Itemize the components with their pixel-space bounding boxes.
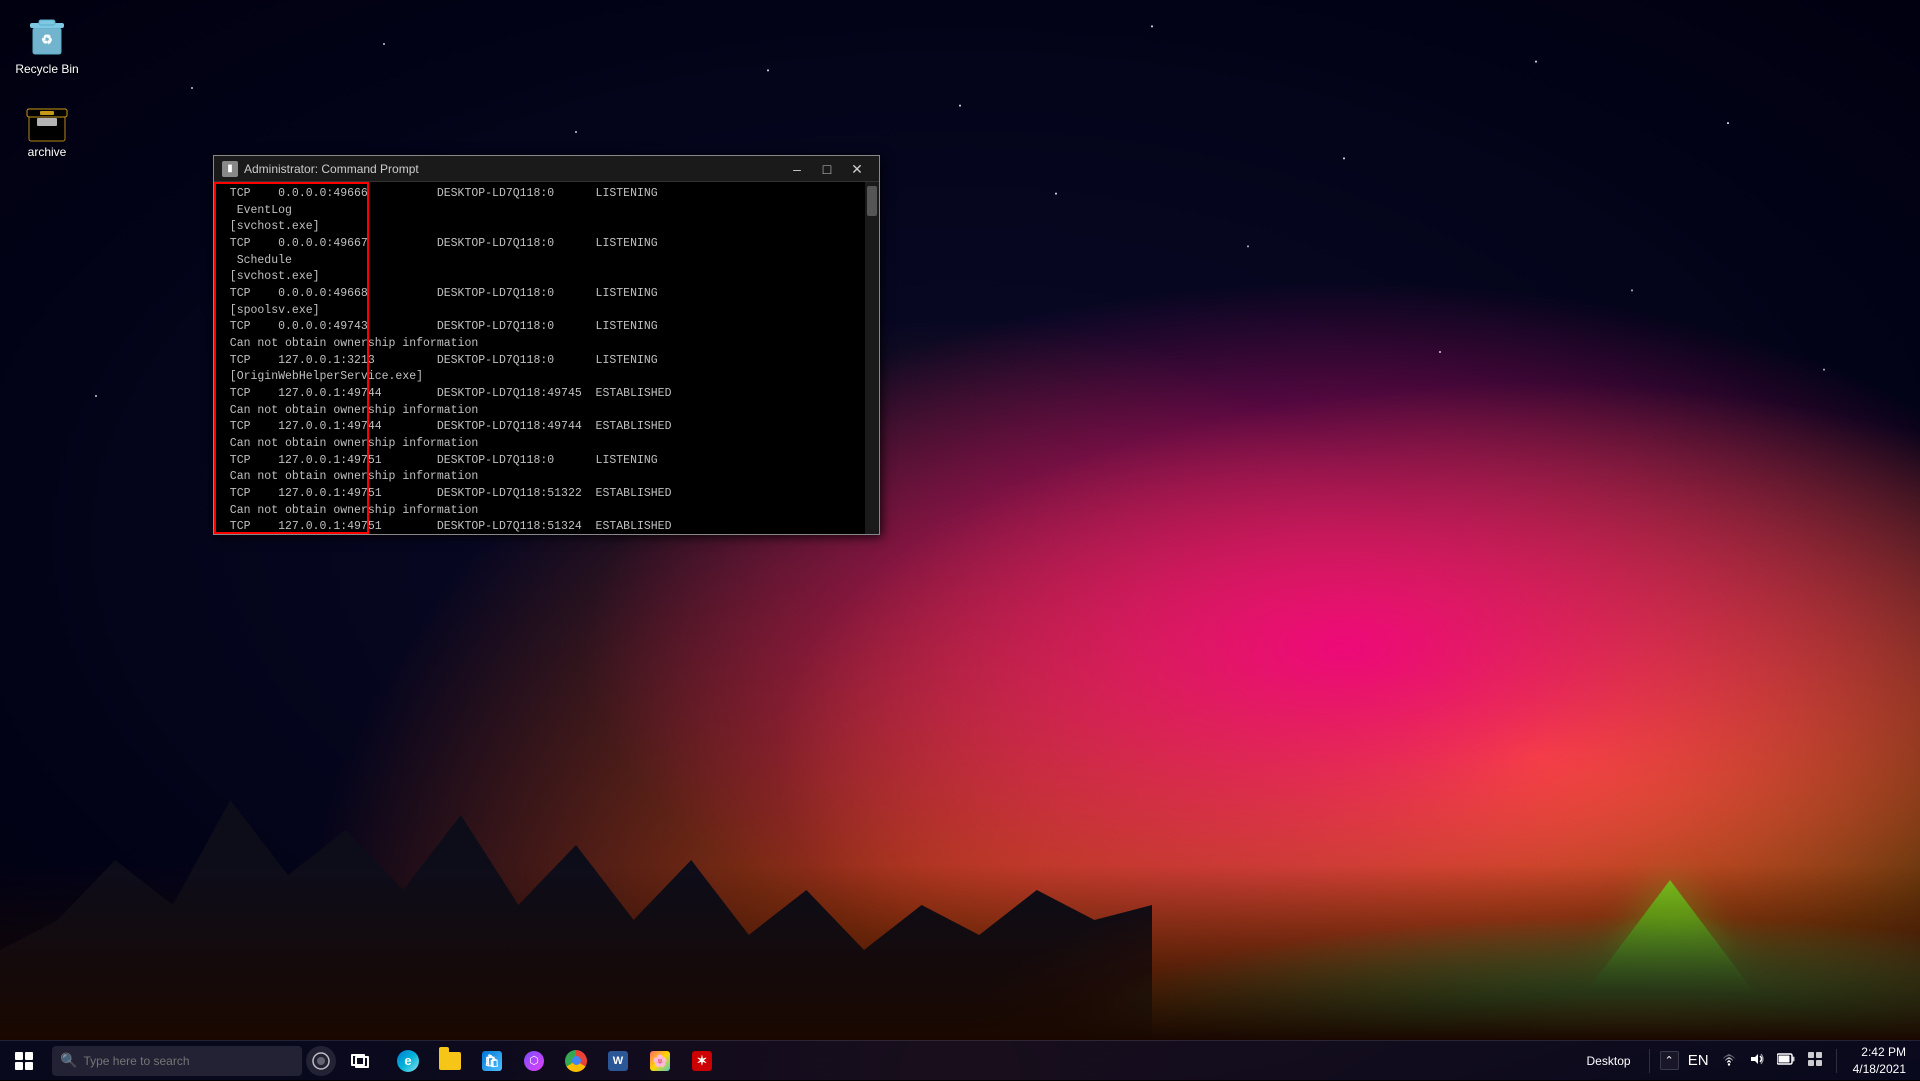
- microsoft-store-icon: 🛍: [482, 1051, 502, 1071]
- cmd-line: Can not obtain ownership information: [216, 436, 863, 453]
- taskbar-edge-button[interactable]: e: [388, 1041, 428, 1081]
- tent-body: [1580, 880, 1760, 1000]
- chrome-center: [572, 1056, 581, 1065]
- cmd-line: TCP 127.0.0.1:49751 DESKTOP-LD7Q118:0 LI…: [216, 453, 863, 470]
- word-icon: W: [608, 1051, 628, 1071]
- taskbar-av-button[interactable]: ✶: [682, 1041, 722, 1081]
- chrome-icon: [565, 1050, 587, 1072]
- battery-icon[interactable]: [1774, 1050, 1798, 1071]
- mountain-silhouette: [0, 740, 1152, 1040]
- cmd-line: TCP 127.0.0.1:49751 DESKTOP-LD7Q118:5132…: [216, 519, 863, 534]
- cmd-line: TCP 0.0.0.0:49666 DESKTOP-LD7Q118:0 LIST…: [216, 186, 863, 203]
- cmd-window-icon: ▮: [222, 161, 238, 177]
- cmd-line: Can not obtain ownership information: [216, 336, 863, 353]
- recycle-bin-label: Recycle Bin: [15, 62, 78, 76]
- cmd-line: [OriginWebHelperService.exe]: [216, 369, 863, 386]
- cmd-line: [spoolsv.exe]: [216, 303, 863, 320]
- tray-separator-2: [1836, 1049, 1837, 1073]
- cmd-window-controls[interactable]: – □ ✕: [783, 160, 871, 178]
- cortana-icon: [312, 1052, 330, 1070]
- taskbar-photos-button[interactable]: 🌸: [640, 1041, 680, 1081]
- desktop-mountains: [0, 740, 1920, 1040]
- search-icon: 🔍: [60, 1052, 77, 1069]
- clock-date: 4/18/2021: [1853, 1061, 1906, 1078]
- cmd-line: TCP 127.0.0.1:3213 DESKTOP-LD7Q118:0 LIS…: [216, 353, 863, 370]
- task-view-button[interactable]: [340, 1041, 380, 1081]
- cmd-maximize-button[interactable]: □: [813, 160, 841, 178]
- svg-text:♻: ♻: [41, 32, 53, 47]
- recycle-bin-icon: ♻: [23, 10, 71, 58]
- taskbar-store-button[interactable]: 🛍: [472, 1041, 512, 1081]
- search-bar[interactable]: 🔍: [52, 1046, 302, 1076]
- photos-icon: 🌸: [650, 1051, 670, 1071]
- clock[interactable]: 2:42 PM 4/18/2021: [1847, 1044, 1912, 1078]
- file-explorer-icon: [439, 1052, 461, 1070]
- tray-separator: [1649, 1049, 1650, 1073]
- search-input[interactable]: [83, 1054, 294, 1068]
- cmd-title: Administrator: Command Prompt: [244, 162, 783, 176]
- cmd-line: Can not obtain ownership information: [216, 503, 863, 520]
- windows-logo-icon: [15, 1052, 33, 1070]
- cmd-line: TCP 0.0.0.0:49668 DESKTOP-LD7Q118:0 LIST…: [216, 286, 863, 303]
- antivirus-icon: ✶: [692, 1051, 712, 1071]
- taskbar-word-button[interactable]: W: [598, 1041, 638, 1081]
- edge-icon: e: [397, 1050, 419, 1072]
- cmd-line: EventLog: [216, 203, 863, 220]
- archive-icon: [23, 97, 71, 145]
- scrollbar-thumb[interactable]: [867, 186, 877, 216]
- cmd-scrollbar[interactable]: [865, 182, 879, 534]
- archive-label: archive: [28, 145, 67, 159]
- cmd-line: TCP 127.0.0.1:49744 DESKTOP-LD7Q118:4974…: [216, 386, 863, 403]
- cmd-line: TCP 127.0.0.1:49751 DESKTOP-LD7Q118:5132…: [216, 486, 863, 503]
- taskbar-chrome-button[interactable]: [556, 1041, 596, 1081]
- taskbar-apps: e 🛍 ⬡ W: [388, 1041, 722, 1081]
- notification-icon[interactable]: [1804, 1049, 1826, 1073]
- system-tray: Desktop ⌃ EN: [1579, 1041, 1920, 1081]
- cmd-minimize-button[interactable]: –: [783, 160, 811, 178]
- show-more-button[interactable]: ⌃: [1660, 1051, 1679, 1070]
- cmd-line: Can not obtain ownership information: [216, 403, 863, 420]
- desktop: ♻ Recycle Bin archive ▮ Administrator: C…: [0, 0, 1920, 1080]
- cmd-line: TCP 127.0.0.1:49744 DESKTOP-LD7Q118:4974…: [216, 419, 863, 436]
- apps-icon: ⬡: [524, 1051, 544, 1071]
- cmd-line: Can not obtain ownership information: [216, 469, 863, 486]
- cmd-line: Schedule: [216, 253, 863, 270]
- desktop-icon-archive[interactable]: archive: [9, 97, 85, 159]
- clock-time: 2:42 PM: [1853, 1044, 1906, 1061]
- cmd-window: ▮ Administrator: Command Prompt – □ ✕ TC…: [213, 155, 880, 535]
- cmd-line: [svchost.exe]: [216, 269, 863, 286]
- taskbar-apps-button[interactable]: ⬡: [514, 1041, 554, 1081]
- desktop-icon-recycle-bin[interactable]: ♻ Recycle Bin: [9, 10, 85, 76]
- network-icon[interactable]: [1718, 1049, 1740, 1073]
- cmd-line: TCP 0.0.0.0:49667 DESKTOP-LD7Q118:0 LIST…: [216, 236, 863, 253]
- cmd-text-area[interactable]: TCP 0.0.0.0:49666 DESKTOP-LD7Q118:0 LIST…: [214, 182, 865, 534]
- language-icon[interactable]: EN: [1685, 1050, 1712, 1071]
- desktop-label[interactable]: Desktop: [1579, 1054, 1639, 1068]
- mountain-glow: [960, 840, 1920, 1040]
- start-button[interactable]: [0, 1041, 48, 1081]
- cmd-close-button[interactable]: ✕: [843, 160, 871, 178]
- tent-glow: [1600, 910, 1740, 990]
- taskbar: 🔍 e 🛍: [0, 1040, 1920, 1080]
- cmd-content: TCP 0.0.0.0:49666 DESKTOP-LD7Q118:0 LIST…: [214, 182, 879, 534]
- cmd-titlebar[interactable]: ▮ Administrator: Command Prompt – □ ✕: [214, 156, 879, 182]
- tent: [1580, 860, 1760, 1000]
- task-view-icon: [351, 1054, 369, 1068]
- cortana-button[interactable]: [306, 1046, 336, 1076]
- cmd-line: [svchost.exe]: [216, 219, 863, 236]
- taskbar-explorer-button[interactable]: [430, 1041, 470, 1081]
- cmd-line: TCP 0.0.0.0:49743 DESKTOP-LD7Q118:0 LIST…: [216, 319, 863, 336]
- volume-icon[interactable]: [1746, 1049, 1768, 1073]
